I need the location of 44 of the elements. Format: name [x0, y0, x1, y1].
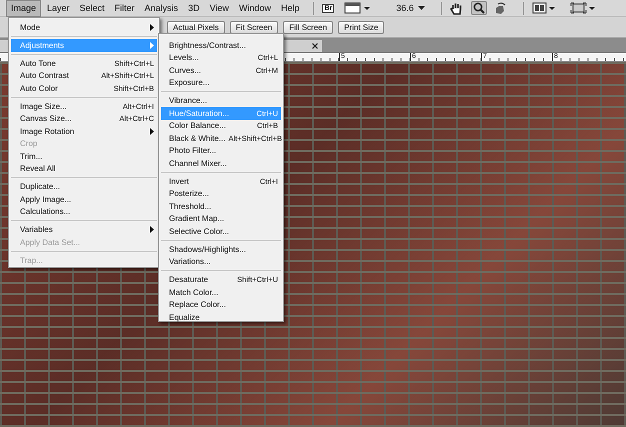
screen-layout-icon[interactable]: [344, 2, 370, 14]
zoom-level-dropdown[interactable]: 36.6: [396, 3, 414, 13]
menu-item[interactable]: Replace Color...: [161, 298, 281, 311]
menu-item[interactable]: Select: [76, 0, 109, 16]
screen-mode-icon[interactable]: [570, 2, 596, 14]
caret-icon: [418, 6, 425, 10]
menu-item[interactable]: Threshold...: [161, 200, 281, 212]
menu-item[interactable]: Apply Image...: [11, 193, 157, 206]
menu-item[interactable]: Channel Mixer...: [161, 157, 281, 170]
menu-item[interactable]: Vibrance...: [161, 94, 281, 107]
menu-item[interactable]: Trim...: [11, 150, 157, 162]
menu-item[interactable]: Posterize...: [161, 188, 281, 200]
menu-item[interactable]: Analysis: [140, 0, 182, 16]
menu-item[interactable]: Duplicate...: [11, 180, 157, 193]
view-button[interactable]: Print Size: [338, 20, 384, 34]
menu-item[interactable]: Brightness/Contrast...: [161, 39, 281, 52]
menu-item[interactable]: Window: [234, 0, 275, 16]
menu-item[interactable]: View: [206, 0, 233, 16]
menu-item[interactable]: Equalize: [161, 311, 281, 324]
menu-item[interactable]: Layer: [43, 0, 74, 16]
search-icon: [472, 2, 485, 14]
menu-item[interactable]: Match Color...: [161, 286, 281, 298]
zoom-tool-button[interactable]: [470, 1, 487, 15]
arrange-documents-icon[interactable]: [532, 2, 556, 14]
menu-item[interactable]: Reveal All: [11, 162, 157, 175]
menu-item[interactable]: Image: [6, 0, 42, 16]
menu-item[interactable]: Calculations...: [11, 206, 157, 218]
hand-icon[interactable]: [450, 2, 463, 14]
menu-item[interactable]: Gradient Map...: [161, 212, 281, 225]
menu-item[interactable]: Mode: [11, 21, 157, 34]
menu-item[interactable]: Image Rotation: [11, 125, 157, 138]
menu-item[interactable]: Shadows/Highlights...: [161, 243, 281, 256]
view-button[interactable]: Fit Screen: [230, 20, 278, 34]
close-icon[interactable]: [312, 43, 318, 49]
view-button[interactable]: Fill Screen: [283, 20, 334, 34]
menu-item[interactable]: Help: [276, 0, 304, 16]
menu-item[interactable]: Exposure...: [161, 76, 281, 89]
menu-item[interactable]: Selective Color...: [161, 225, 281, 238]
menu-item[interactable]: Variables: [11, 224, 157, 236]
menu-item[interactable]: Filter: [110, 0, 139, 16]
menu-item[interactable]: Variations...: [161, 256, 281, 268]
menu-item[interactable]: Photo Filter...: [161, 144, 281, 157]
view-button[interactable]: Actual Pixels: [167, 20, 225, 34]
menu-item[interactable]: 3D: [184, 0, 204, 16]
